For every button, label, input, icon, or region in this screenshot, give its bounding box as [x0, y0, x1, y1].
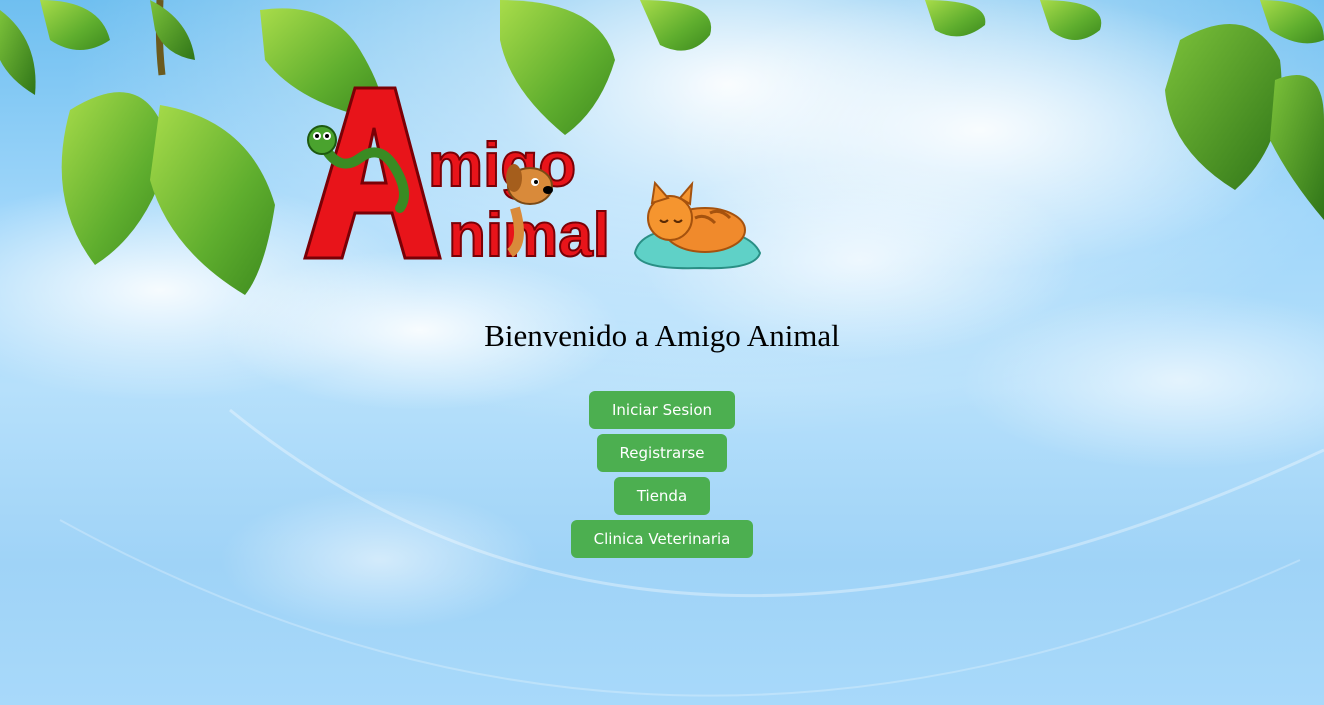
- vet-clinic-button[interactable]: Clinica Veterinaria: [570, 520, 754, 558]
- login-button[interactable]: Iniciar Sesion: [588, 391, 736, 429]
- main-menu: Iniciar Sesion Registrarse Tienda Clinic…: [0, 391, 1324, 558]
- logo-text-nimal: nimal: [448, 201, 610, 270]
- welcome-title: Bienvenido a Amigo Animal: [484, 318, 840, 353]
- register-button[interactable]: Registrarse: [596, 434, 728, 472]
- amigo-animal-logo: migo nimal: [302, 86, 762, 271]
- cat-icon: [633, 180, 762, 270]
- store-button[interactable]: Tienda: [613, 477, 711, 515]
- logo-text-migo: migo: [428, 131, 576, 200]
